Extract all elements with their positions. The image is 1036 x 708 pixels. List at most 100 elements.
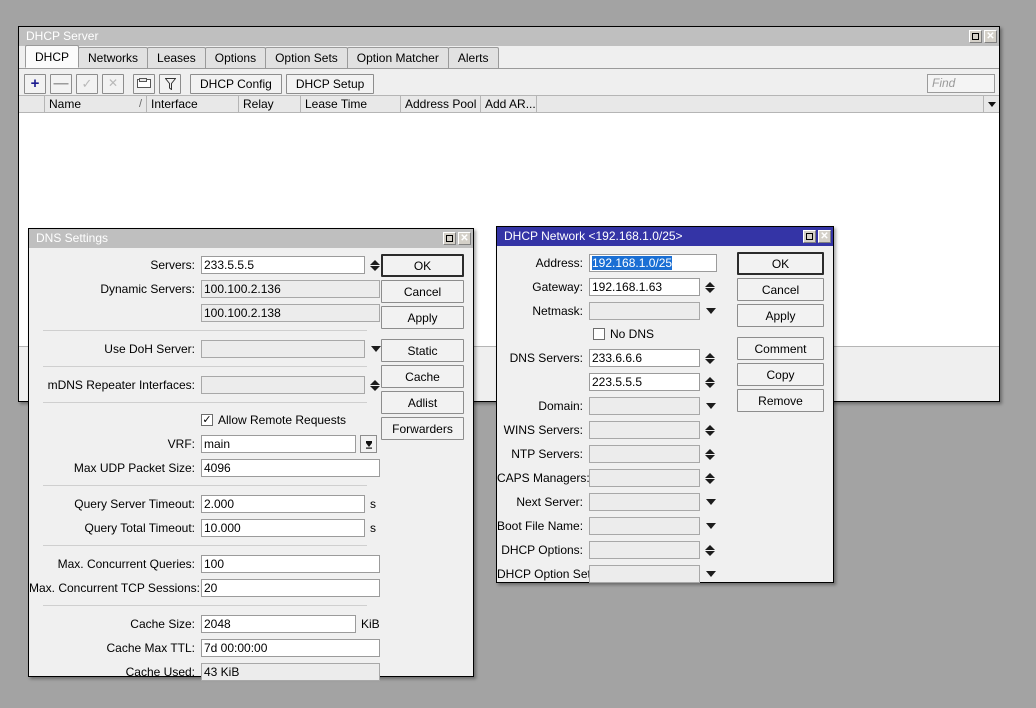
domain-label: Domain:: [538, 399, 583, 413]
maximize-icon[interactable]: [969, 30, 982, 43]
chevron-down-icon[interactable]: [705, 302, 716, 320]
dns-servers-input-1[interactable]: 233.6.6.6: [589, 349, 700, 367]
query-total-timeout-input[interactable]: 10.000: [201, 519, 365, 537]
tab-leases[interactable]: Leases: [147, 47, 206, 68]
gateway-input[interactable]: 192.168.1.63: [589, 278, 700, 296]
ok-button[interactable]: OK: [737, 252, 824, 275]
list-header: Name / Interface Relay Lease Time Addres…: [19, 95, 999, 113]
field-query-server-timeout: Query Server Timeout: 2.000 s: [29, 493, 381, 515]
column-header-lease-time[interactable]: Lease Time: [301, 96, 401, 112]
static-button[interactable]: Static: [381, 339, 464, 362]
column-header-interface[interactable]: Interface: [147, 96, 239, 112]
dhcp-options-spinner[interactable]: [704, 541, 715, 559]
column-header-address-pool[interactable]: Address Pool: [401, 96, 481, 112]
adlist-button[interactable]: Adlist: [381, 391, 464, 414]
boot-file-name-input[interactable]: [589, 517, 700, 535]
domain-input[interactable]: [589, 397, 700, 415]
dhcp-option-set-input[interactable]: [589, 565, 700, 583]
servers-input[interactable]: 233.5.5.5: [201, 256, 365, 274]
divider: [43, 366, 367, 367]
find-input[interactable]: Find: [927, 74, 995, 93]
tab-option-matcher[interactable]: Option Matcher: [346, 47, 449, 68]
next-server-input[interactable]: [589, 493, 700, 511]
dhcp-setup-button[interactable]: DHCP Setup: [285, 73, 375, 94]
field-dns-servers-2: 223.5.5.5: [497, 371, 737, 393]
dns-servers-spinner-2[interactable]: [704, 373, 715, 391]
no-dns-checkbox[interactable]: [593, 328, 605, 340]
close-icon[interactable]: ✕: [458, 232, 471, 245]
gateway-spinner[interactable]: [704, 278, 715, 296]
enable-button[interactable]: ✓: [76, 73, 98, 94]
field-dynamic-servers-2: 100.100.2.138: [29, 302, 381, 324]
close-icon[interactable]: ✕: [984, 30, 997, 43]
remove-button[interactable]: —: [50, 73, 72, 94]
dns-servers-input-2[interactable]: 223.5.5.5: [589, 373, 700, 391]
caps-managers-input[interactable]: [589, 469, 700, 487]
max-concurrent-tcp-sessions-input[interactable]: 20: [201, 579, 380, 597]
caps-managers-spinner[interactable]: [704, 469, 715, 487]
field-netmask: Netmask:: [497, 300, 737, 322]
chevron-down-icon[interactable]: [705, 517, 716, 535]
ntp-servers-spinner[interactable]: [704, 445, 715, 463]
tab-option-sets[interactable]: Option Sets: [265, 47, 348, 68]
cache-size-input[interactable]: 2048: [201, 615, 356, 633]
cancel-button[interactable]: Cancel: [737, 278, 824, 301]
dhcp-config-button[interactable]: DHCP Config: [190, 73, 282, 94]
cache-used-label: Cache Used:: [125, 665, 195, 679]
cache-button[interactable]: Cache: [381, 365, 464, 388]
column-chooser-icon[interactable]: [983, 96, 999, 112]
servers-spinner[interactable]: [369, 256, 380, 274]
mdns-repeater-spinner[interactable]: [369, 376, 380, 394]
remove-button[interactable]: Remove: [737, 389, 824, 412]
max-concurrent-queries-input[interactable]: 100: [201, 555, 380, 573]
maximize-icon[interactable]: [443, 232, 456, 245]
doh-server-input[interactable]: [201, 340, 365, 358]
column-header-add-arp[interactable]: Add AR...: [481, 96, 537, 112]
chevron-down-icon[interactable]: [705, 397, 716, 415]
field-next-server: Next Server:: [497, 491, 737, 513]
field-query-total-timeout: Query Total Timeout: 10.000 s: [29, 517, 381, 539]
tab-networks[interactable]: Networks: [78, 47, 149, 68]
chevron-down-icon[interactable]: [705, 493, 716, 511]
ok-button[interactable]: OK: [381, 254, 464, 277]
copy-button[interactable]: Copy: [737, 363, 824, 386]
mdns-repeater-input[interactable]: [201, 376, 365, 394]
ntp-servers-input[interactable]: [589, 445, 700, 463]
apply-button[interactable]: Apply: [381, 306, 464, 329]
allow-remote-requests-checkbox[interactable]: ✓: [201, 414, 213, 426]
add-button[interactable]: +: [24, 73, 46, 94]
comment-button[interactable]: Comment: [737, 337, 824, 360]
tab-dhcp[interactable]: DHCP: [25, 45, 80, 68]
apply-button[interactable]: Apply: [737, 304, 824, 327]
query-server-timeout-label: Query Server Timeout:: [74, 497, 195, 511]
wins-servers-spinner[interactable]: [704, 421, 715, 439]
tab-alerts[interactable]: Alerts: [447, 47, 499, 68]
forwarders-button[interactable]: Forwarders: [381, 417, 464, 440]
dhcp-options-input[interactable]: [589, 541, 700, 559]
column-header-flag[interactable]: [19, 96, 45, 112]
maximize-icon[interactable]: [803, 230, 816, 243]
max-udp-packet-size-input[interactable]: 4096: [201, 459, 380, 477]
chevron-down-icon[interactable]: [370, 340, 381, 358]
address-input[interactable]: 192.168.1.0/25: [589, 254, 717, 272]
comment-button[interactable]: [133, 73, 155, 94]
column-header-relay[interactable]: Relay: [239, 96, 301, 112]
wins-servers-input[interactable]: [589, 421, 700, 439]
cache-max-ttl-input[interactable]: 7d 00:00:00: [201, 639, 380, 657]
disable-button[interactable]: ✕: [102, 73, 124, 94]
filter-button[interactable]: [159, 73, 181, 94]
chevron-down-icon[interactable]: [705, 565, 716, 583]
column-header-name[interactable]: Name /: [45, 96, 147, 112]
vrf-dropdown-icon[interactable]: [360, 435, 377, 453]
cancel-button[interactable]: Cancel: [381, 280, 464, 303]
query-server-timeout-input[interactable]: 2.000: [201, 495, 365, 513]
tab-options[interactable]: Options: [204, 47, 267, 68]
close-icon[interactable]: ✕: [818, 230, 831, 243]
field-domain: Domain:: [497, 395, 737, 417]
dhcp-network-window-controls: ✕: [803, 230, 831, 243]
dns-settings-body: Servers: 233.5.5.5 Dynamic Servers: 100.…: [29, 248, 473, 685]
dns-servers-spinner-1[interactable]: [704, 349, 715, 367]
cache-size-label: Cache Size:: [130, 617, 195, 631]
vrf-input[interactable]: main: [201, 435, 356, 453]
netmask-input[interactable]: [589, 302, 700, 320]
